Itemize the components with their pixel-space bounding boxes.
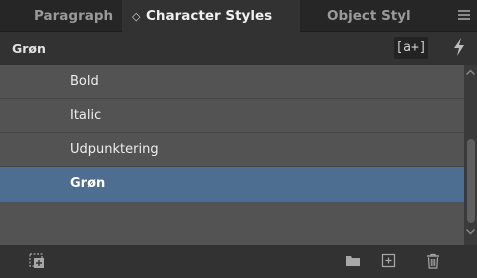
scrollbar[interactable] xyxy=(464,65,477,245)
chevron-down-icon[interactable] xyxy=(466,229,475,237)
style-name: Italic xyxy=(70,108,102,123)
tab-paragraph[interactable]: Paragraph xyxy=(0,0,122,32)
bottom-toolbar xyxy=(0,245,477,278)
style-name: Udpunktering xyxy=(70,142,159,157)
current-style-label: Grøn xyxy=(12,41,46,56)
list-item[interactable]: Udpunktering xyxy=(0,133,464,167)
tab-sort-arrows-icon: ◇ xyxy=(132,10,141,23)
style-name: Grøn xyxy=(70,176,106,191)
scrollbar-thumb[interactable] xyxy=(467,139,475,223)
tab-label: Paragraph xyxy=(34,8,114,24)
character-styles-panel: Paragraph ◇ Character Styles Object Styl … xyxy=(0,0,477,278)
style-name: Bold xyxy=(70,74,99,89)
lightning-icon[interactable] xyxy=(450,38,468,58)
tab-label: Character Styles xyxy=(146,8,273,24)
tab-object-styles[interactable]: Object Styl xyxy=(300,0,430,32)
chevron-up-icon[interactable] xyxy=(466,69,475,77)
panel-header-row: Grøn [a+] xyxy=(0,32,477,65)
load-styles-icon[interactable] xyxy=(29,253,45,269)
list-item-selected[interactable]: Grøn xyxy=(0,167,464,202)
list-item[interactable]: Italic xyxy=(0,99,464,133)
hamburger-icon[interactable] xyxy=(458,10,470,20)
plus-icon[interactable] xyxy=(381,253,397,269)
new-style-from-selection-button[interactable]: [a+] xyxy=(394,37,428,59)
tab-character-styles[interactable]: ◇ Character Styles xyxy=(122,0,300,32)
styles-list: Bold Italic Udpunktering Grøn xyxy=(0,65,464,245)
trash-icon[interactable] xyxy=(425,253,441,269)
list-item[interactable]: Bold xyxy=(0,65,464,99)
folder-icon[interactable] xyxy=(345,253,361,269)
tab-bar: Paragraph ◇ Character Styles Object Styl xyxy=(0,0,477,32)
tab-label: Object Styl xyxy=(327,8,411,24)
